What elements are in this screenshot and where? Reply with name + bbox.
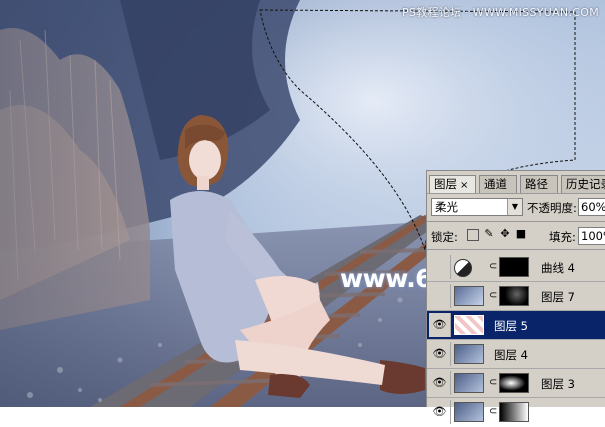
layer-mask-thumbnail[interactable] <box>499 286 529 306</box>
chain-link-icon[interactable]: ⊂ <box>489 290 497 301</box>
layer-thumbnail <box>454 286 484 306</box>
tab-layers-label: 图层 <box>434 177 457 191</box>
eye-icon[interactable]: 👁 <box>429 342 451 366</box>
layer-name: 图层 7 <box>541 290 575 304</box>
tab-history[interactable]: 历史记录 <box>561 175 605 193</box>
tab-paths[interactable]: 路径 <box>520 175 558 193</box>
move-icon[interactable]: ✥ <box>499 228 511 240</box>
top-watermark: PS教程论坛 · WWW.MISSYUAN.COM <box>401 6 599 19</box>
layer-row-layer5[interactable]: 👁 图层 5 <box>427 311 605 340</box>
fill-input[interactable]: 100% <box>578 227 605 245</box>
adjustment-icon <box>454 259 472 277</box>
layer-name: 图层 3 <box>541 377 575 391</box>
layer-name: 图层 5 <box>494 319 528 333</box>
layer-thumbnail <box>454 315 484 335</box>
layer-mask-thumbnail[interactable] <box>499 402 529 422</box>
layer-row-partial[interactable]: 👁 ⊂ <box>427 398 605 427</box>
opacity-label: 不透明度: <box>527 201 577 215</box>
close-icon[interactable]: × <box>460 180 468 191</box>
blend-mode-select[interactable]: 柔光 ▼ <box>431 198 523 216</box>
opacity-input[interactable]: 60% <box>578 198 605 216</box>
visibility-toggle[interactable] <box>429 255 451 279</box>
chain-link-icon[interactable]: ⊂ <box>489 377 497 388</box>
layer-thumbnail <box>454 344 484 364</box>
chain-link-icon[interactable]: ⊂ <box>489 406 497 417</box>
divider <box>427 193 605 194</box>
lock-transparent-icon[interactable] <box>467 229 479 241</box>
eye-icon[interactable]: 👁 <box>429 400 451 424</box>
layer-row-layer4[interactable]: 👁 图层 4 <box>427 340 605 369</box>
layer-row-layer3[interactable]: 👁 ⊂ 图层 3 <box>427 369 605 398</box>
fill-label: 填充: <box>549 230 576 244</box>
lock-label: 锁定: <box>431 230 458 244</box>
tab-channels[interactable]: 通道 <box>479 175 517 193</box>
eye-icon[interactable]: 👁 <box>429 371 451 395</box>
blend-mode-value: 柔光 <box>435 200 458 214</box>
layer-row-layer7[interactable]: ⊂ 图层 7 <box>427 282 605 311</box>
panel-tabs: 图层× 通道 路径 历史记录 <box>427 175 605 194</box>
layer-row-curves4[interactable]: ⊂ 曲线 4 <box>427 253 605 282</box>
layer-name: 曲线 4 <box>541 261 575 275</box>
layer-mask-thumbnail[interactable] <box>499 373 529 393</box>
layer-thumbnail <box>454 373 484 393</box>
layer-name: 图层 4 <box>494 348 528 362</box>
brush-icon[interactable]: ✎ <box>483 228 495 240</box>
layer-thumbnail <box>454 402 484 422</box>
layer-mask-thumbnail[interactable] <box>499 257 529 277</box>
eye-icon[interactable]: 👁 <box>429 313 451 337</box>
divider <box>427 249 605 250</box>
chevron-down-icon[interactable]: ▼ <box>507 199 522 215</box>
layers-panel: 图层× 通道 路径 历史记录 柔光 ▼ 不透明度: 60% 锁定: ✎ ✥ ■ 填… <box>426 170 605 424</box>
divider <box>427 221 605 222</box>
lock-icon[interactable]: ■ <box>515 228 527 240</box>
chain-link-icon[interactable]: ⊂ <box>489 261 497 272</box>
visibility-toggle[interactable] <box>429 284 451 308</box>
tab-layers[interactable]: 图层 × <box>429 175 476 194</box>
